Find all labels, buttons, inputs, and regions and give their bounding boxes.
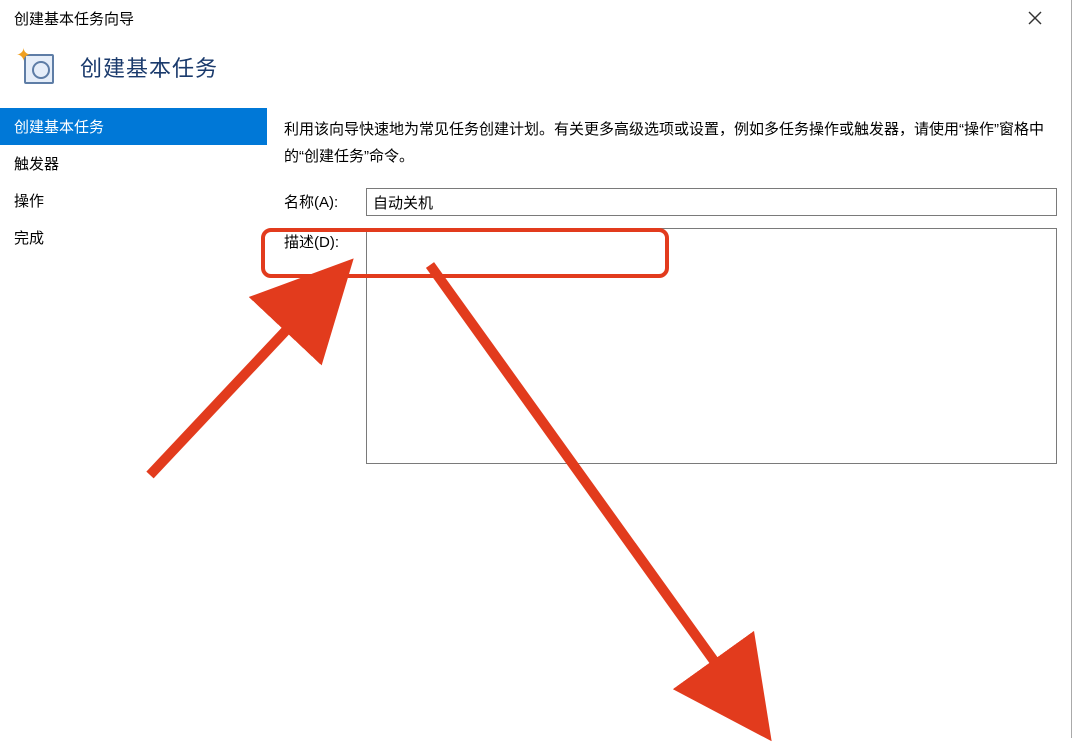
sidebar-item-trigger[interactable]: 触发器 <box>0 145 267 182</box>
wizard-main: 利用该向导快速地为常见任务创建计划。有关更多高级选项或设置，例如多任务操作或触发… <box>268 108 1071 716</box>
description-row: 描述(D): <box>284 228 1057 464</box>
name-label: 名称(A): <box>284 188 354 212</box>
window-title: 创建基本任务向导 <box>14 8 134 29</box>
description-label: 描述(D): <box>284 228 354 252</box>
sidebar-item-finish[interactable]: 完成 <box>0 219 267 256</box>
name-row: 名称(A): <box>284 188 1057 216</box>
instruction-text: 利用该向导快速地为常见任务创建计划。有关更多高级选项或设置，例如多任务操作或触发… <box>284 116 1057 170</box>
wizard-icon: ✦ <box>18 48 58 86</box>
name-input[interactable] <box>366 188 1057 216</box>
description-textarea[interactable] <box>366 228 1057 464</box>
sidebar-item-label: 操作 <box>14 193 44 210</box>
title-bar: 创建基本任务向导 <box>0 0 1071 36</box>
wizard-dialog: 创建基本任务向导 ✦ 创建基本任务 创建基本任务 触发器 操作 <box>0 0 1072 738</box>
sidebar-item-action[interactable]: 操作 <box>0 182 267 219</box>
sidebar-item-label: 完成 <box>14 230 44 247</box>
wizard-header: ✦ 创建基本任务 <box>0 36 1071 108</box>
close-icon <box>1028 11 1042 25</box>
sidebar-item-label: 创建基本任务 <box>14 119 104 136</box>
sidebar-item-label: 触发器 <box>14 156 59 173</box>
sidebar-item-create-basic-task[interactable]: 创建基本任务 <box>0 108 267 145</box>
wizard-body: 创建基本任务 触发器 操作 完成 利用该向导快速地为常见任务创建计划。有关更多高… <box>0 108 1071 716</box>
close-button[interactable] <box>1015 3 1055 33</box>
wizard-sidebar: 创建基本任务 触发器 操作 完成 <box>0 108 268 716</box>
wizard-heading: 创建基本任务 <box>80 51 218 83</box>
